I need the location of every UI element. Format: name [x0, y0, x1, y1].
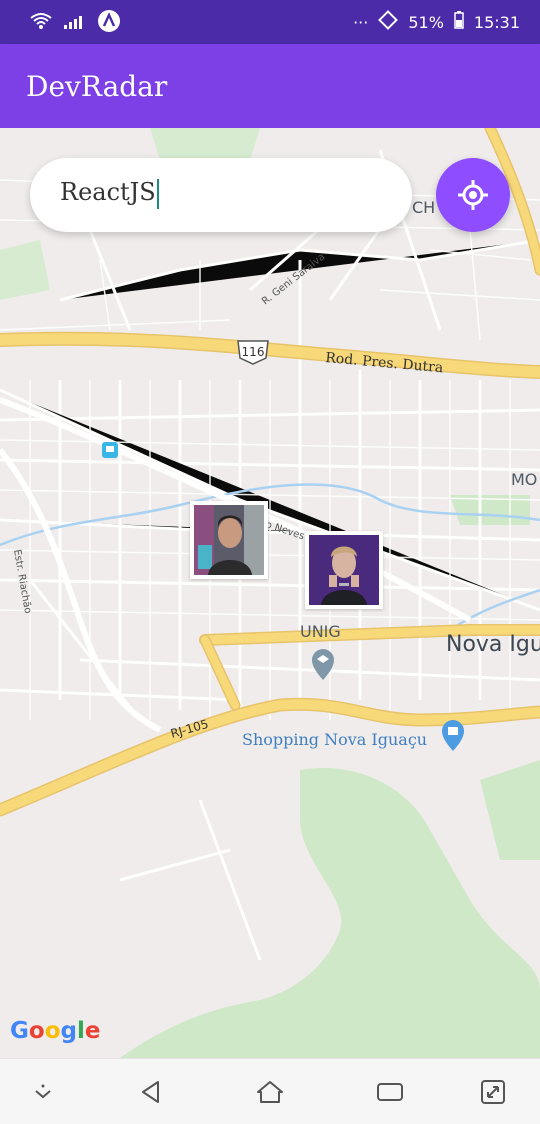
battery-icon — [454, 11, 464, 33]
label-shopping-nova-iguacu: Shopping Nova Iguaçu — [242, 730, 427, 749]
label-mo: MO — [511, 470, 537, 489]
text-caret — [156, 178, 159, 209]
green-area — [150, 128, 260, 160]
screenshot-button[interactable] — [476, 1075, 510, 1109]
map-canvas: 116 Rod. Pres. Dutra R. Geni Saraiva Est… — [0, 128, 540, 1058]
signal-icon — [64, 13, 86, 33]
expand-icon — [481, 1080, 505, 1104]
search-input[interactable]: ReactJS — [60, 178, 159, 209]
status-bar: ··· 51% 15:31 — [0, 0, 540, 44]
map-view[interactable]: 116 Rod. Pres. Dutra R. Geni Saraiva Est… — [0, 128, 540, 1058]
back-triangle-icon — [142, 1081, 159, 1103]
app-notification-icon — [98, 10, 120, 36]
more-notifications-icon: ··· — [353, 12, 369, 32]
recents-icon — [377, 1083, 403, 1101]
crosshair-icon — [458, 180, 488, 210]
dev-avatar-2 — [309, 535, 379, 605]
home-button[interactable] — [253, 1075, 287, 1109]
home-icon — [257, 1081, 283, 1103]
app-bar: DevRadar — [0, 44, 540, 128]
metro-station-icon — [102, 442, 118, 458]
dev-marker-2[interactable] — [305, 531, 383, 609]
search-box[interactable]: ReactJS — [30, 158, 412, 232]
dev-avatar-1 — [194, 505, 264, 575]
my-location-button[interactable] — [436, 158, 510, 232]
dev-marker-1[interactable] — [190, 501, 268, 579]
vibrate-icon — [378, 10, 399, 34]
clock: 15:31 — [473, 12, 520, 32]
chevron-down-dot-icon — [35, 1084, 51, 1099]
battery-level: 51% — [408, 12, 444, 32]
recents-button[interactable] — [373, 1075, 407, 1109]
system-navigation-bar — [0, 1058, 540, 1124]
app-title: DevRadar — [26, 70, 168, 103]
google-logo: Google — [10, 1018, 101, 1044]
label-highway-116: 116 — [242, 345, 265, 359]
wifi-icon — [30, 12, 52, 34]
label-unig: UNIG — [300, 622, 341, 641]
search-input-value: ReactJS — [60, 178, 156, 206]
label-ch: CH — [412, 198, 435, 217]
hide-nav-button[interactable] — [26, 1075, 60, 1109]
back-button[interactable] — [134, 1075, 168, 1109]
label-nova-iguacu: Nova Igu — [446, 632, 540, 657]
